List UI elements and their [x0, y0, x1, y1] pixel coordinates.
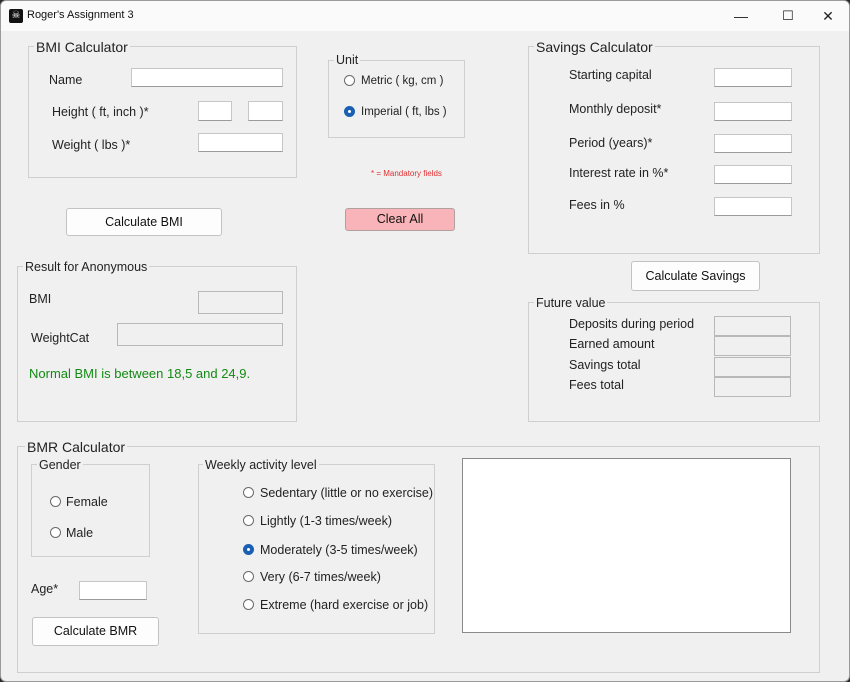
savings-calculator-title: Savings Calculator	[534, 39, 655, 55]
close-button[interactable]: ✕	[806, 1, 849, 31]
bmi-result-field	[198, 291, 283, 314]
activity-label-moderately: Moderately (3-5 times/week)	[260, 543, 418, 557]
deposits-during-period-field	[714, 316, 791, 336]
starting-capital-input[interactable]	[714, 68, 792, 87]
activity-radio-sedentary[interactable]	[243, 487, 254, 498]
period-label: Period (years)*	[569, 136, 653, 150]
name-label: Name	[49, 73, 83, 87]
future-value-title: Future value	[534, 296, 608, 310]
clear-all-button[interactable]: Clear All	[345, 208, 455, 231]
weight-label: Weight ( lbs )*	[52, 138, 131, 152]
monthly-deposit-label: Monthly deposit*	[569, 102, 662, 116]
maximize-button[interactable]: ☐	[766, 1, 810, 31]
activity-radio-very[interactable]	[243, 571, 254, 582]
name-input[interactable]	[131, 68, 283, 87]
minimize-button[interactable]: —	[719, 1, 763, 31]
weight-input[interactable]	[198, 133, 283, 152]
activity-level-title: Weekly activity level	[203, 458, 319, 472]
result-title: Result for Anonymous	[23, 260, 150, 274]
male-label: Male	[66, 526, 94, 540]
monthly-deposit-input[interactable]	[714, 102, 792, 121]
gender-title: Gender	[37, 458, 83, 472]
normal-bmi-text: Normal BMI is between 18,5 and 24,9.	[29, 366, 251, 381]
earned-amount-label: Earned amount	[569, 337, 655, 351]
deposits-during-period-label: Deposits during period	[569, 317, 695, 331]
savings-total-label: Savings total	[569, 358, 641, 372]
metric-label: Metric ( kg, cm )	[361, 75, 444, 87]
app-window: ☠ Roger's Assignment 3 — ☐ ✕ BMI Calcula…	[0, 0, 850, 682]
female-label: Female	[66, 495, 108, 509]
mandatory-note: * = Mandatory fields	[371, 169, 442, 178]
weightcat-result-field	[117, 323, 283, 346]
calculate-savings-button[interactable]: Calculate Savings	[631, 261, 760, 291]
activity-label-extreme: Extreme (hard exercise or job)	[260, 598, 429, 612]
unit-group	[328, 60, 465, 138]
interest-rate-label: Interest rate in %*	[569, 166, 669, 180]
age-label: Age*	[31, 582, 59, 596]
bmr-calculator-title: BMR Calculator	[25, 439, 128, 455]
age-input[interactable]	[79, 581, 147, 600]
earned-amount-field	[714, 336, 791, 356]
weightcat-label: WeightCat	[31, 331, 90, 345]
fees-total-field	[714, 377, 791, 397]
fees-total-label: Fees total	[569, 378, 624, 392]
height-ft-input[interactable]	[198, 101, 232, 121]
skull-icon: ☠	[9, 9, 23, 23]
height-label: Height ( ft, inch )*	[52, 105, 149, 119]
metric-radio[interactable]	[344, 75, 355, 86]
imperial-label: Imperial ( ft, lbs )	[361, 106, 447, 118]
title-bar: ☠ Roger's Assignment 3 — ☐ ✕	[1, 1, 849, 31]
unit-title: Unit	[334, 53, 361, 67]
starting-capital-label: Starting capital	[569, 68, 652, 82]
calculate-bmi-button[interactable]: Calculate BMI	[66, 208, 222, 236]
activity-radio-lightly[interactable]	[243, 515, 254, 526]
imperial-radio[interactable]	[344, 106, 355, 117]
activity-label-lightly: Lightly (1-3 times/week)	[260, 514, 392, 528]
height-inch-input[interactable]	[248, 101, 283, 121]
period-input[interactable]	[714, 134, 792, 153]
calculate-bmr-button[interactable]: Calculate BMR	[32, 617, 159, 646]
bmi-calculator-title: BMI Calculator	[34, 39, 130, 55]
activity-label-sedentary: Sedentary (little or no exercise)	[260, 486, 433, 500]
activity-radio-moderately[interactable]	[243, 544, 254, 555]
bmr-output-textbox[interactable]	[462, 458, 791, 633]
bmi-label: BMI	[29, 292, 52, 306]
activity-radio-extreme[interactable]	[243, 599, 254, 610]
male-radio[interactable]	[50, 527, 61, 538]
fees-input[interactable]	[714, 197, 792, 216]
window-title: Roger's Assignment 3	[27, 9, 134, 21]
gender-group	[31, 464, 150, 557]
female-radio[interactable]	[50, 496, 61, 507]
fees-label: Fees in %	[569, 198, 625, 212]
interest-rate-input[interactable]	[714, 165, 792, 184]
activity-label-very: Very (6-7 times/week)	[260, 570, 381, 584]
savings-total-field	[714, 357, 791, 377]
